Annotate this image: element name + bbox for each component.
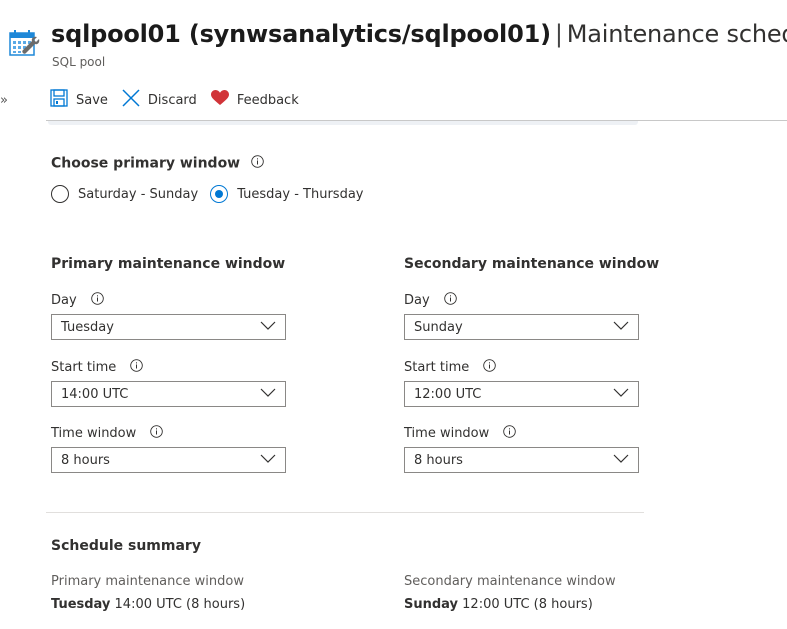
secondary-time-window-dropdown[interactable]: 8 hours xyxy=(404,447,639,473)
primary-start-time-value: 14:00 UTC xyxy=(61,386,129,402)
feedback-button[interactable]: Feedback xyxy=(210,90,299,110)
save-icon xyxy=(50,89,76,111)
radio-label: Tuesday - Thursday xyxy=(237,186,364,202)
summary-primary-label: Primary maintenance window xyxy=(51,574,244,589)
discard-button[interactable]: Discard xyxy=(122,89,197,111)
chevron-down-icon xyxy=(613,453,629,468)
radio-label: Saturday - Sunday xyxy=(78,186,199,202)
info-icon[interactable] xyxy=(251,155,264,172)
save-button[interactable]: Save xyxy=(50,89,108,111)
secondary-day-value: Sunday xyxy=(414,319,463,335)
close-icon xyxy=(122,89,148,111)
secondary-window-title: Secondary maintenance window xyxy=(404,256,660,272)
toolbar-shadow xyxy=(48,121,638,125)
choose-primary-window-text: Choose primary window xyxy=(51,155,241,172)
info-icon[interactable] xyxy=(150,425,164,442)
primary-window-title: Primary maintenance window xyxy=(51,256,286,272)
summary-secondary-label: Secondary maintenance window xyxy=(404,574,616,589)
secondary-day-dropdown[interactable]: Sunday xyxy=(404,314,639,340)
choose-primary-window-label: Choose primary window xyxy=(51,155,264,172)
primary-window-label-text: Time window xyxy=(51,426,137,441)
summary-secondary-value: Sunday 12:00 UTC (8 hours) xyxy=(404,597,593,612)
secondary-start-time-dropdown[interactable]: 12:00 UTC xyxy=(404,381,639,407)
summary-primary-detail: 14:00 UTC (8 hours) xyxy=(110,597,246,612)
secondary-day-label-text: Day xyxy=(404,293,430,308)
chevron-down-icon xyxy=(260,453,276,468)
secondary-day-label: Day xyxy=(404,292,457,309)
primary-day-value: Tuesday xyxy=(61,319,114,335)
info-icon[interactable] xyxy=(483,359,497,376)
summary-secondary-detail: 12:00 UTC (8 hours) xyxy=(458,597,593,612)
primary-day-dropdown[interactable]: Tuesday xyxy=(51,314,286,340)
primary-time-window-label: Time window xyxy=(51,425,164,442)
info-icon[interactable] xyxy=(91,292,104,309)
title-separator: | xyxy=(554,20,563,48)
radio-saturday-sunday[interactable]: Saturday - Sunday xyxy=(51,185,198,203)
resource-name: sqlpool01 (synwsanalytics/sqlpool01) xyxy=(51,20,551,48)
primary-day-label: Day xyxy=(51,292,104,309)
chevron-down-icon xyxy=(613,387,629,402)
command-bar: Save Discard Feedback xyxy=(50,87,313,113)
radio-circle-unchecked xyxy=(51,185,69,203)
primary-day-label-text: Day xyxy=(51,293,77,308)
chevron-down-icon xyxy=(613,320,629,335)
secondary-window-label-text: Time window xyxy=(404,426,490,441)
primary-time-window-dropdown[interactable]: 8 hours xyxy=(51,447,286,473)
primary-window-radio-group: Saturday - Sunday Tuesday - Thursday xyxy=(51,185,375,203)
secondary-start-time-value: 12:00 UTC xyxy=(414,386,482,402)
calendar-wrench-icon xyxy=(8,27,42,61)
secondary-start-label-text: Start time xyxy=(404,360,470,375)
heart-icon xyxy=(210,90,237,110)
feedback-label: Feedback xyxy=(236,92,299,108)
secondary-time-window-label: Time window xyxy=(404,425,517,442)
expand-sidebar-button[interactable]: » xyxy=(0,93,8,108)
summary-primary-day: Tuesday xyxy=(51,597,111,612)
resource-type-subtitle: SQL pool xyxy=(52,55,106,69)
radio-tuesday-thursday[interactable]: Tuesday - Thursday xyxy=(210,185,363,203)
page-title: sqlpool01 (synwsanalytics/sqlpool01) | Mai… xyxy=(51,20,787,48)
summary-secondary-day: Sunday xyxy=(404,597,459,612)
info-icon[interactable] xyxy=(503,425,517,442)
schedule-summary-title: Schedule summary xyxy=(51,538,201,554)
blade-title: Maintenance schedule xyxy=(566,20,787,48)
secondary-start-time-label: Start time xyxy=(404,359,497,376)
save-label: Save xyxy=(76,92,108,108)
section-divider xyxy=(46,512,644,513)
info-icon[interactable] xyxy=(130,359,144,376)
secondary-time-window-value: 8 hours xyxy=(414,452,463,468)
info-icon[interactable] xyxy=(444,292,457,309)
chevron-down-icon xyxy=(260,320,276,335)
primary-start-label-text: Start time xyxy=(51,360,117,375)
chevron-down-icon xyxy=(260,387,276,402)
primary-start-time-dropdown[interactable]: 14:00 UTC xyxy=(51,381,286,407)
discard-label: Discard xyxy=(147,92,197,108)
primary-start-time-label: Start time xyxy=(51,359,144,376)
primary-time-window-value: 8 hours xyxy=(61,452,110,468)
summary-primary-value: Tuesday 14:00 UTC (8 hours) xyxy=(51,597,245,612)
radio-circle-checked xyxy=(210,185,229,203)
